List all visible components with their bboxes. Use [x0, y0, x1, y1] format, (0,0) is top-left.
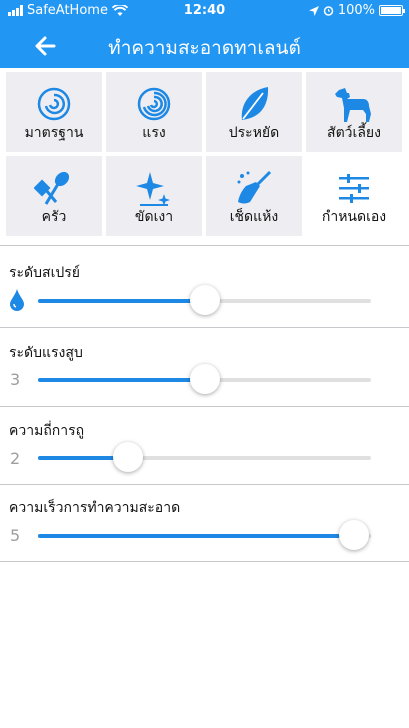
mode-tile-eco[interactable]: ประหยัด — [206, 72, 302, 152]
mode-tile-custom[interactable]: กำหนดเอง — [306, 156, 402, 236]
sparkle-icon — [136, 172, 170, 206]
slider-thumb[interactable] — [189, 364, 220, 394]
mode-label: สัตว์เลี้ยง — [327, 125, 381, 141]
mode-label: เช็ดแห้ง — [229, 209, 279, 225]
slider-fill — [38, 378, 205, 382]
status-bar: SafeAtHome 12:40 100% — [0, 0, 409, 22]
location-arrow-icon — [308, 5, 319, 16]
mode-label: ครัว — [41, 209, 67, 225]
title-bar: ทำความสะอาดทาเลนต์ — [0, 26, 409, 66]
divider — [0, 245, 409, 246]
mode-label: กำหนดเอง — [321, 209, 387, 225]
mode-tile-kitchen[interactable]: ครัว — [6, 156, 102, 236]
spray-level-label: ระดับสเปรย์ — [9, 265, 80, 281]
mode-tile-pet[interactable]: สัตว์เลี้ยง — [306, 72, 402, 152]
divider — [0, 406, 409, 407]
broom-icon — [237, 170, 272, 204]
mop-frequency-value: 2 — [10, 449, 21, 468]
cleaning-speed-value: 5 — [10, 526, 21, 545]
strong-swirl-icon — [137, 87, 171, 121]
mop-frequency-label: ความถี่การถู — [9, 423, 85, 439]
suction-level-slider[interactable] — [38, 364, 371, 394]
slider-thumb[interactable] — [339, 520, 370, 550]
slider-thumb[interactable] — [189, 285, 220, 315]
mode-tile-polish[interactable]: ขัดเงา — [106, 156, 202, 236]
alarm-icon — [323, 6, 334, 16]
mop-frequency-slider[interactable] — [38, 442, 371, 472]
mode-label: ขัดเงา — [134, 209, 174, 225]
slider-fill — [38, 299, 205, 303]
divider — [0, 484, 409, 485]
slider-fill — [38, 534, 355, 538]
kitchen-utensils-icon — [34, 171, 70, 205]
slider-thumb[interactable] — [112, 442, 143, 472]
divider — [0, 561, 409, 562]
app-header: SafeAtHome 12:40 100% ทำความสะอาดทาเลนต์ — [0, 0, 409, 68]
dog-icon — [335, 88, 371, 122]
suction-level-label: ระดับแรงสูบ — [9, 345, 83, 361]
mode-label: มาตรฐาน — [24, 125, 84, 141]
mode-tile-dry[interactable]: เช็ดแห้ง — [206, 156, 302, 236]
leaf-icon — [241, 87, 269, 120]
status-right: 100% — [308, 3, 405, 18]
suction-level-value: 3 — [10, 370, 21, 389]
divider — [0, 327, 409, 328]
mode-grid: มาตรฐาน แรง ประหยัด สัตว์เลี้ยง ครัว ขัด… — [6, 72, 404, 236]
custom-sliders-icon — [339, 174, 369, 203]
cleaning-speed-label: ความเร็วการทำความสะอาด — [9, 500, 181, 516]
water-drop-icon — [10, 289, 24, 311]
mode-tile-standard[interactable]: มาตรฐาน — [6, 72, 102, 152]
page-title: ทำความสะอาดทาเลนต์ — [108, 37, 301, 59]
battery-icon — [379, 5, 405, 16]
mode-label: แรง — [142, 125, 166, 141]
spray-level-slider[interactable] — [38, 285, 371, 315]
cleaning-speed-slider[interactable] — [38, 520, 371, 550]
mode-label: ประหยัด — [228, 125, 280, 141]
battery-percent: 100% — [337, 3, 375, 18]
swirl-icon — [37, 87, 71, 121]
mode-tile-strong[interactable]: แรง — [106, 72, 202, 152]
